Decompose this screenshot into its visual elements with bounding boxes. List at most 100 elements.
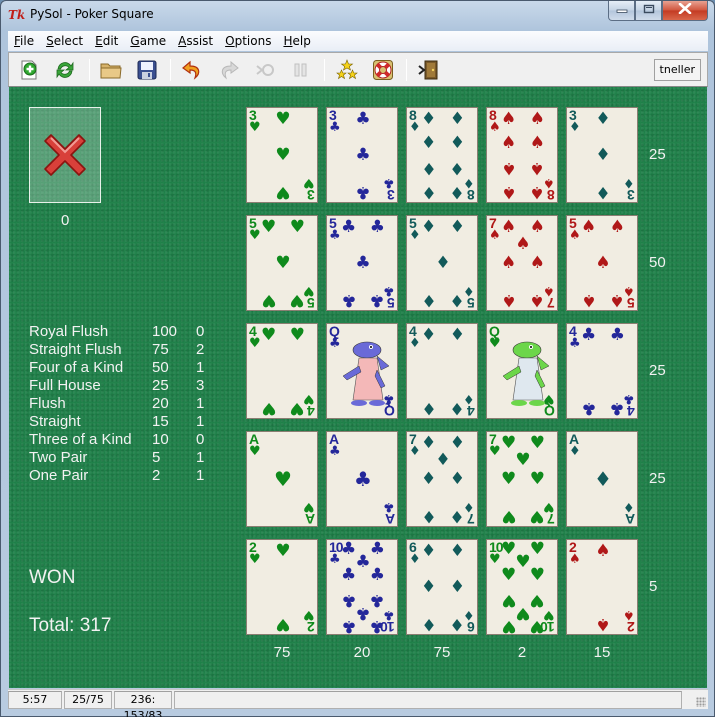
diamonds-pip-icon: ♦ <box>595 145 611 165</box>
card-7-of-spades[interactable]: 7 ♠ 7 ♠ ♠ ♠ ♠ ♠ ♠ ♠ ♠ <box>486 215 558 311</box>
menu-assist[interactable]: Assist <box>178 34 213 48</box>
red-x-icon <box>44 134 86 176</box>
resize-grip[interactable] <box>696 697 706 707</box>
card-5-of-spades[interactable]: 5 ♠ 5 ♠ ♠ ♠ ♠ ♠ ♠ <box>566 215 638 311</box>
card-2-of-spades[interactable]: 2 ♠ 2 ♠ ♠ ♠ <box>566 539 638 635</box>
hand-count: 1 <box>196 395 205 412</box>
quit-button[interactable] <box>415 57 441 83</box>
pause-button[interactable] <box>288 57 314 83</box>
new-game-button[interactable] <box>16 57 42 83</box>
menu-label-rest: ssist <box>186 34 214 48</box>
card-2-of-hearts[interactable]: 2 ♥ 2 ♥ ♥ ♥ <box>246 539 318 635</box>
menu-options[interactable]: Options <box>225 34 271 48</box>
card-7-of-hearts[interactable]: 7 ♥ 7 ♥ ♥ ♥ ♥ ♥ ♥ ♥ ♥ <box>486 431 558 527</box>
diamonds-pip-icon: ♦ <box>449 182 466 203</box>
card-rank: 8 <box>468 187 475 203</box>
card-5-of-clubs[interactable]: 5 ♣ 5 ♣ ♣ ♣ ♣ ♣ ♣ <box>326 215 398 311</box>
card-A-of-hearts[interactable]: A ♥ A ♥ ♥ <box>246 431 318 527</box>
hearts-pip-icon: ♥ <box>275 540 291 561</box>
clubs-pip-icon: ♣ <box>355 145 371 165</box>
diamonds-pip-icon: ♦ <box>595 108 611 129</box>
hand-name: Flush <box>29 395 66 412</box>
card-rank: 8 <box>548 187 555 203</box>
diamonds-pip-icon: ♦ <box>420 290 437 311</box>
card-5-of-hearts[interactable]: 5 ♥ 5 ♥ ♥ ♥ ♥ ♥ ♥ <box>246 215 318 311</box>
toolbar: tneller <box>8 52 708 87</box>
diamonds-pip-icon: ♦ <box>449 614 466 635</box>
window-title: PySol - Poker Square <box>30 7 154 21</box>
column-score: 75 <box>273 644 291 661</box>
diamonds-pip-icon: ♦ <box>449 108 466 129</box>
maximize-icon <box>643 4 655 17</box>
hearts-pip-icon: ♥ <box>260 324 277 345</box>
maximize-button[interactable] <box>635 1 662 21</box>
card-4-of-diamonds[interactable]: 4 ♦ 4 ♦ ♦ ♦ ♦ ♦ <box>406 323 478 419</box>
clubs-icon: ♣ <box>383 175 395 190</box>
card-4-of-hearts[interactable]: 4 ♥ 4 ♥ ♥ ♥ ♥ ♥ <box>246 323 318 419</box>
card-8-of-spades[interactable]: 8 ♠ 8 ♠ ♠ ♠ ♠ ♠ ♠ ♠ ♠ ♠ <box>486 107 558 203</box>
card-rank: 7 <box>548 511 555 527</box>
card-3-of-clubs[interactable]: 3 ♣ 3 ♣ ♣ ♣ ♣ <box>326 107 398 203</box>
card-Q-of-clubs[interactable]: Q ♣ Q ♣ <box>326 323 398 419</box>
card-3-of-hearts[interactable]: 3 ♥ 3 ♥ ♥ ♥ ♥ <box>246 107 318 203</box>
open-button[interactable] <box>98 57 124 83</box>
card-7-of-diamonds[interactable]: 7 ♦ 7 ♦ ♦ ♦ ♦ ♦ ♦ ♦ ♦ <box>406 431 478 527</box>
spades-pip-icon: ♠ <box>529 253 546 273</box>
card-5-of-diamonds[interactable]: 5 ♦ 5 ♦ ♦ ♦ ♦ ♦ ♦ <box>406 215 478 311</box>
spades-pip-icon: ♠ <box>529 132 546 153</box>
redo-button[interactable] <box>216 57 242 83</box>
menu-select[interactable]: Select <box>46 34 83 48</box>
menu-accelerator: O <box>225 34 235 48</box>
card-A-of-diamonds[interactable]: A ♦ A ♦ ♦ <box>566 431 638 527</box>
card-rank: 6 <box>468 619 475 635</box>
player-name[interactable]: tneller <box>653 59 701 81</box>
menu-help[interactable]: Help <box>283 34 310 48</box>
menu-file[interactable]: File <box>14 34 34 48</box>
clubs-pip-icon: ♣ <box>369 565 386 586</box>
menu-label-rest: elp <box>292 34 311 48</box>
card-4-of-clubs[interactable]: 4 ♣ 4 ♣ ♣ ♣ ♣ ♣ <box>566 323 638 419</box>
hearts-pip-icon: ♥ <box>529 432 546 453</box>
save-button[interactable] <box>134 57 160 83</box>
statistics-button[interactable] <box>334 57 360 83</box>
card-A-of-clubs[interactable]: A ♣ A ♣ ♣ <box>326 431 398 527</box>
hand-row: Straight Flush 75 2 <box>29 341 229 359</box>
talon-count: 0 <box>61 212 70 229</box>
spades-pip-icon: ♠ <box>609 216 626 237</box>
spades-pip-icon: ♠ <box>595 540 611 561</box>
diamonds-pip-icon: ♦ <box>420 182 437 203</box>
card-6-of-diamonds[interactable]: 6 ♦ 6 ♦ ♦ ♦ ♦ ♦ ♦ ♦ <box>406 539 478 635</box>
hand-count: 0 <box>196 323 205 340</box>
menu-game[interactable]: Game <box>130 34 166 48</box>
card-3-of-diamonds[interactable]: 3 ♦ 3 ♦ ♦ ♦ ♦ <box>566 107 638 203</box>
clubs-pip-icon: ♣ <box>355 253 371 273</box>
dragon-queen-icon <box>342 341 390 406</box>
talon-pile[interactable] <box>29 107 101 203</box>
clubs-pip-icon: ♣ <box>354 467 372 491</box>
card-10-of-clubs[interactable]: 10 ♣ 10 ♣ ♣ ♣ ♣ ♣ ♣ ♣ ♣ ♣ ♣ ♣ <box>326 539 398 635</box>
hand-row: Flush 20 1 <box>29 395 229 413</box>
undo-button[interactable] <box>179 57 205 83</box>
card-Q-of-hearts[interactable]: Q ♥ Q ♥ <box>486 323 558 419</box>
toolbar-separator <box>406 59 407 81</box>
rules-button[interactable] <box>370 57 396 83</box>
diamonds-pip-icon: ♦ <box>420 540 437 561</box>
menu-edit[interactable]: Edit <box>95 34 118 48</box>
card-10-of-hearts[interactable]: 10 ♥ 10 ♥ ♥ ♥ ♥ ♥ ♥ ♥ ♥ ♥ ♥ ♥ <box>486 539 558 635</box>
spades-icon: ♠ <box>569 552 581 567</box>
hearts-pip-icon: ♥ <box>260 398 277 419</box>
diamonds-pip-icon: ♦ <box>420 398 437 419</box>
title-bar[interactable]: Tk PySol - Poker Square <box>1 1 714 29</box>
hearts-pip-icon: ♥ <box>275 614 291 635</box>
autodrop-button[interactable] <box>252 57 278 83</box>
status-time: 5:57 <box>8 691 62 709</box>
hearts-pip-icon: ♥ <box>289 324 306 345</box>
hand-name: One Pair <box>29 467 89 484</box>
hand-row: One Pair 2 1 <box>29 467 229 485</box>
close-button[interactable] <box>662 1 708 21</box>
hearts-pip-icon: ♥ <box>260 290 277 311</box>
hearts-pip-icon: ♥ <box>500 616 517 635</box>
card-8-of-diamonds[interactable]: 8 ♦ 8 ♦ ♦ ♦ ♦ ♦ ♦ ♦ ♦ ♦ <box>406 107 478 203</box>
restart-button[interactable] <box>52 57 78 83</box>
minimize-button[interactable] <box>608 1 635 21</box>
